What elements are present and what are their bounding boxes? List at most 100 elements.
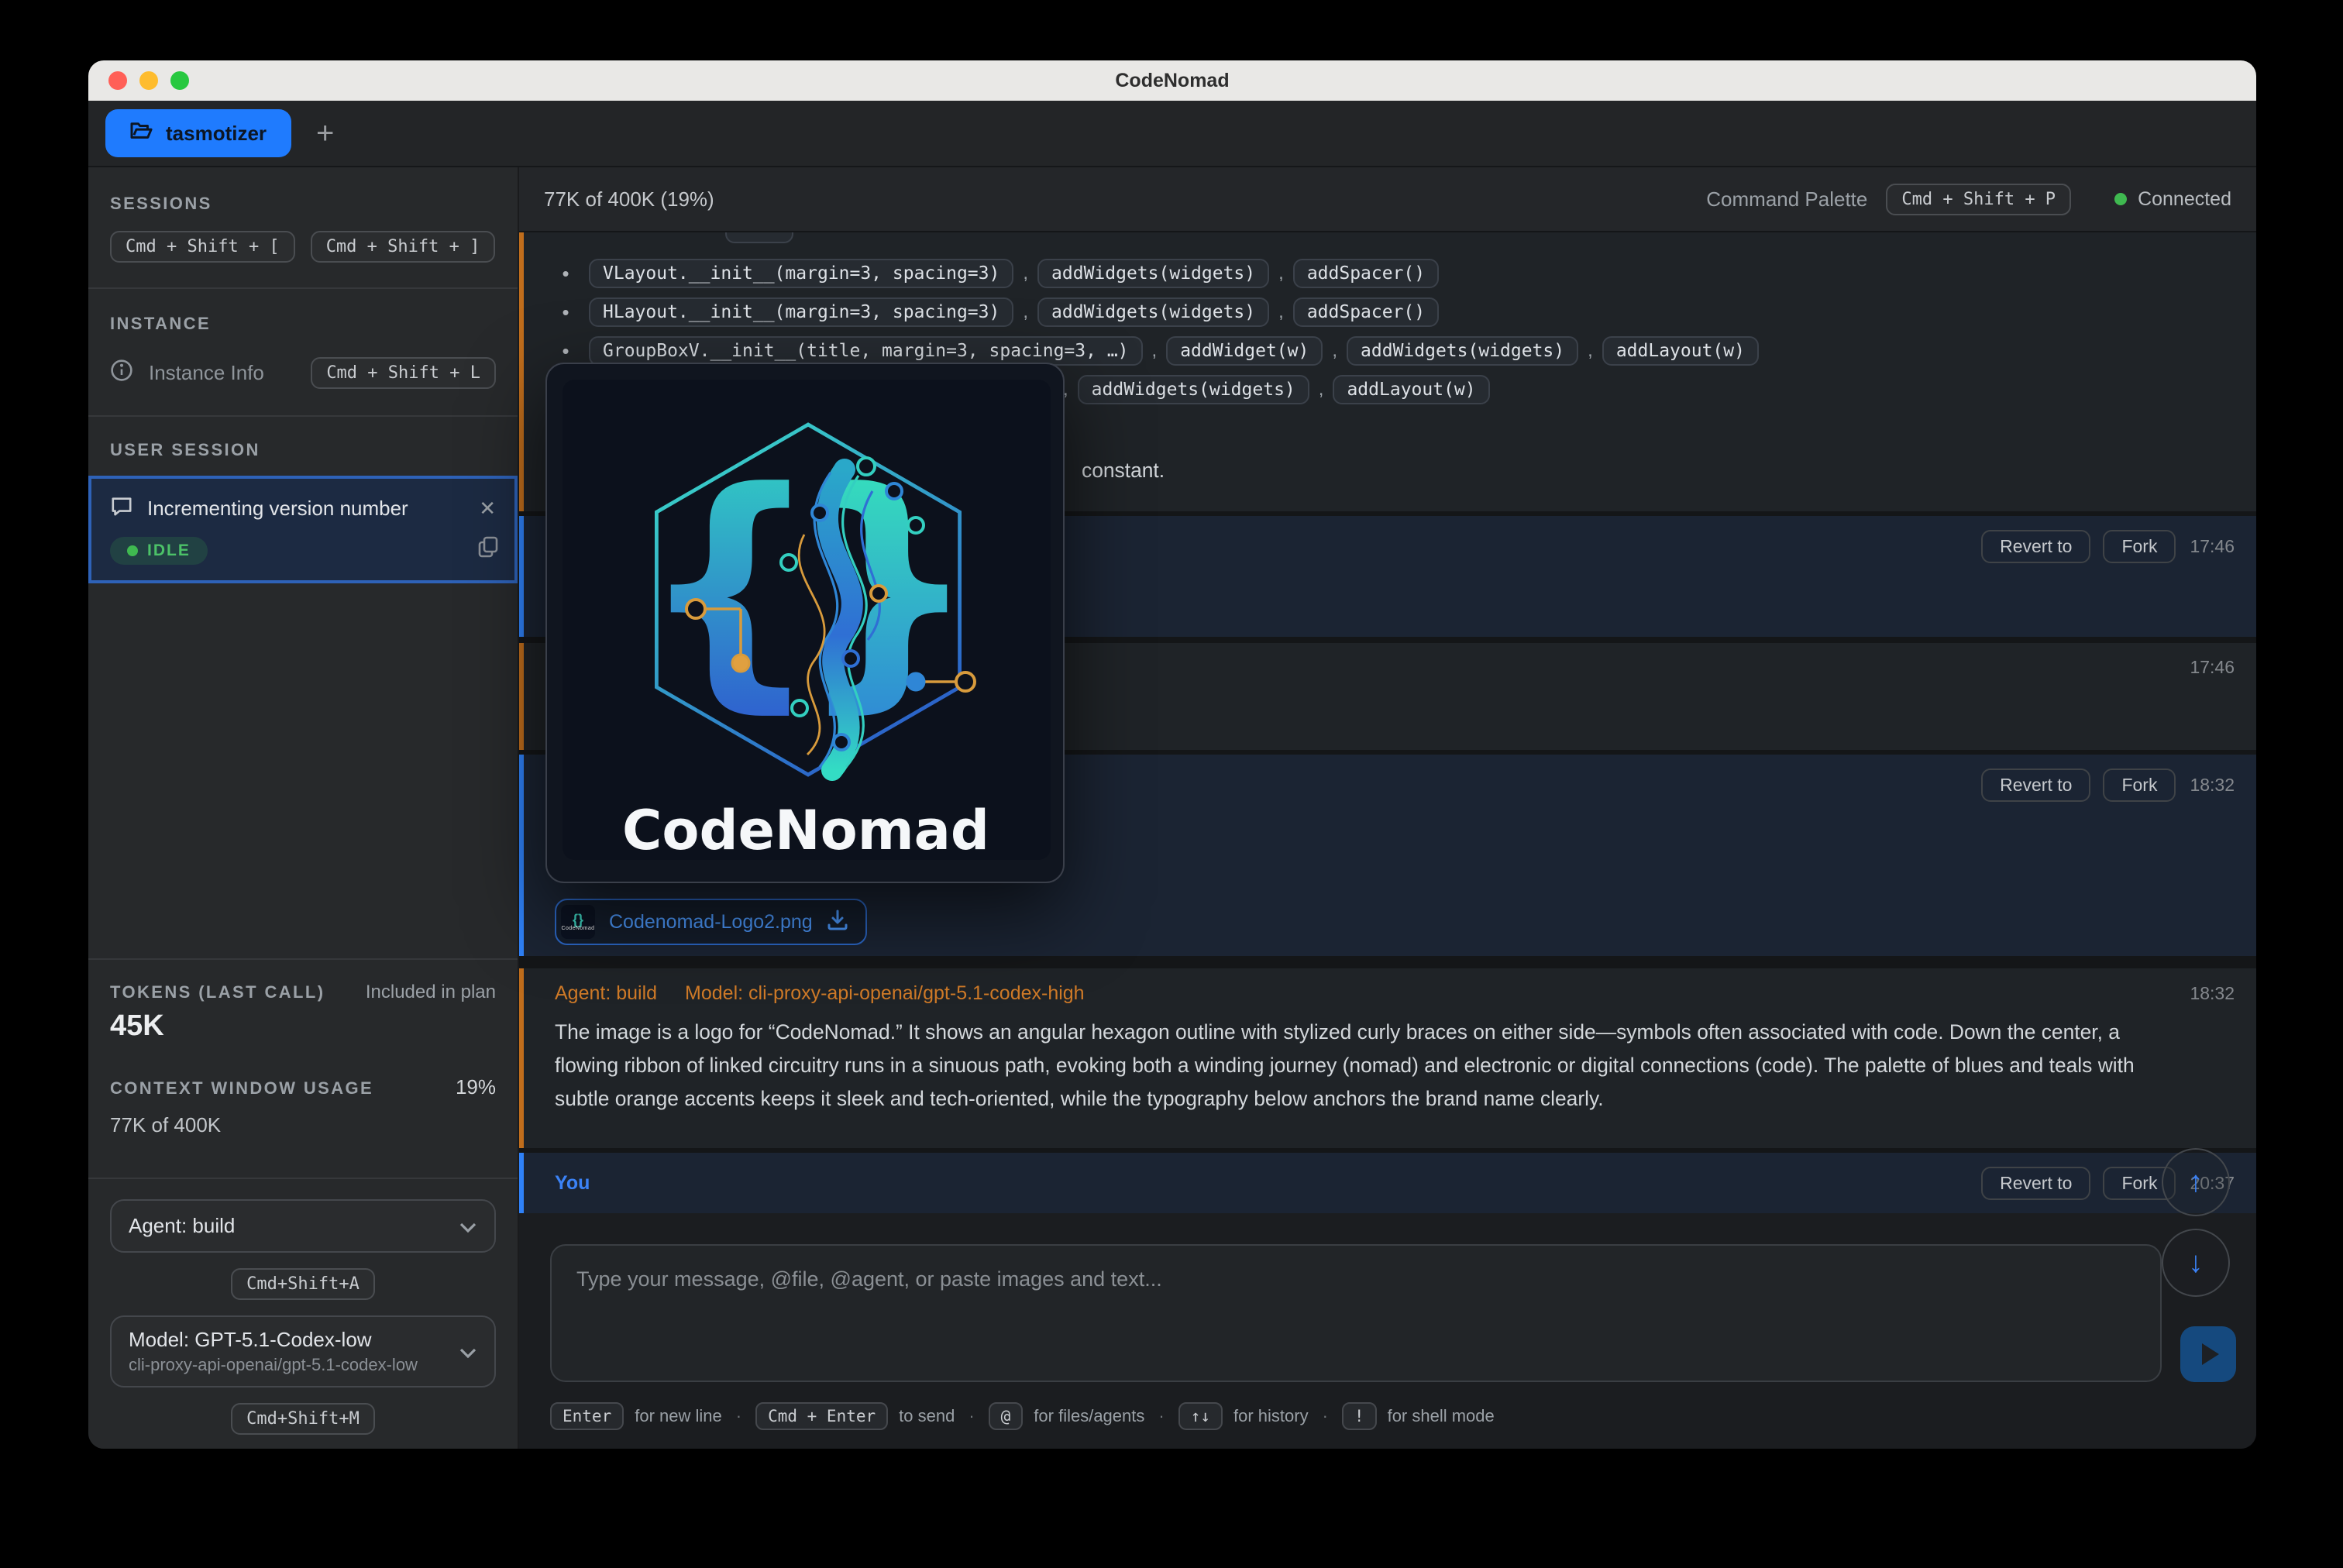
code-chip: addWidgets(widgets) <box>1037 259 1269 288</box>
window-title: CodeNomad <box>88 70 2256 92</box>
scroll-to-top-button[interactable]: ↑ <box>2162 1148 2230 1216</box>
command-palette-label: Command Palette <box>1706 187 1867 211</box>
keyboard-hints: Enterfor new line·Cmd + Enterto send·@fo… <box>550 1402 1495 1430</box>
agent-select[interactable]: Agent: build <box>110 1199 496 1253</box>
instance-info-row[interactable]: Instance Info Cmd + Shift + L <box>110 357 496 389</box>
context-usage: 77K of 400K <box>110 1113 496 1137</box>
scroll-to-bottom-button[interactable]: ↓ <box>2162 1229 2230 1297</box>
revert-to-button[interactable]: Revert to <box>1981 530 2090 563</box>
bullet-row: •VLayout.__init__(margin=3, spacing=3),a… <box>555 254 2256 293</box>
code-chip: addLayout(w) <box>1333 375 1489 404</box>
fork-button[interactable]: Fork <box>2103 769 2176 802</box>
arrow-up-icon: ↑ <box>2189 1166 2204 1199</box>
next-session-shortcut: Cmd + Shift + ] <box>311 231 496 263</box>
logo-image-preview: { } CodeNomad <box>545 363 1065 883</box>
hint-text: for new line <box>635 1406 722 1426</box>
model-select-sublabel: cli-proxy-api-openai/gpt-5.1-codex-low <box>129 1355 459 1375</box>
code-chip: addLayout(w) <box>1602 336 1759 366</box>
chat-header: 77K of 400K (19%) Command Palette Cmd + … <box>519 167 2256 232</box>
hint-kbd: Cmd + Enter <box>755 1402 888 1430</box>
hint-text: for shell mode <box>1388 1406 1495 1426</box>
revert-to-button[interactable]: Revert to <box>1981 1167 2090 1200</box>
hint-text: for history <box>1233 1406 1309 1426</box>
svg-text:{: { <box>639 437 821 734</box>
author-label: You <box>555 1172 1969 1195</box>
sidebar: SESSIONS Cmd + Shift + [ Cmd + Shift + ]… <box>88 167 519 1449</box>
app-window: CodeNomad tasmotizer + SESSIONS Cmd + Sh… <box>88 60 2256 1449</box>
instance-info-shortcut: Cmd + Shift + L <box>311 357 496 389</box>
bullet-row: •HLayout.__init__(margin=3, spacing=3),a… <box>555 293 2256 332</box>
connection-status: Connected <box>2114 188 2231 211</box>
send-button[interactable] <box>2180 1326 2236 1382</box>
code-chip: addSpacer() <box>1293 259 1439 288</box>
code-chip: addWidgets(widgets) <box>1078 375 1309 404</box>
agent-select-label: Agent: build <box>129 1214 459 1238</box>
message-time: 18:32 <box>2190 983 2235 1004</box>
attachment-thumbnail: {} CodeNomad <box>561 905 595 939</box>
tab-tasmotizer[interactable]: tasmotizer <box>105 109 291 157</box>
chevron-down-icon <box>459 1337 477 1366</box>
model-select-label: Model: GPT-5.1-Codex-low <box>129 1328 459 1352</box>
clipped-code-chip <box>725 232 793 243</box>
model-select[interactable]: Model: GPT-5.1-Codex-low cli-proxy-api-o… <box>110 1315 496 1387</box>
session-card[interactable]: Incrementing version number ✕ IDLE <box>88 476 518 583</box>
hint-text: for files/agents <box>1034 1406 1144 1426</box>
message-time: 17:46 <box>2190 657 2235 678</box>
composer: Enterfor new line·Cmd + Enterto send·@fo… <box>519 1213 2256 1449</box>
code-chip: addSpacer() <box>1293 297 1439 327</box>
info-icon <box>110 359 133 388</box>
status-badge: IDLE <box>110 537 208 565</box>
context-percent: 19% <box>456 1075 496 1099</box>
message-time: 18:32 <box>2190 775 2235 796</box>
bullet-dot: • <box>555 301 576 325</box>
fork-button[interactable]: Fork <box>2103 530 2176 563</box>
session-title: Incrementing version number <box>147 497 465 521</box>
code-chip: addWidget(w) <box>1166 336 1323 366</box>
message-input[interactable] <box>550 1244 2162 1382</box>
copy-session-icon[interactable] <box>477 535 499 565</box>
connected-dot <box>2114 193 2127 205</box>
download-icon[interactable] <box>827 908 848 937</box>
user-message-you: You Revert to Fork 20:37 <box>519 1153 2256 1213</box>
code-chip: addWidgets(widgets) <box>1347 336 1578 366</box>
visible-text-fragment: constant. <box>1082 459 1165 483</box>
tab-label: tasmotizer <box>166 122 267 146</box>
play-icon <box>2202 1343 2219 1365</box>
message-time: 17:46 <box>2190 536 2235 557</box>
arrow-down-icon: ↓ <box>2189 1246 2204 1280</box>
hint-kbd: ↑↓ <box>1178 1402 1223 1430</box>
instance-info-label: Instance Info <box>149 361 295 385</box>
context-usage-header: 77K of 400K (19%) <box>544 187 1706 211</box>
tokens-note: Included in plan <box>366 982 496 1003</box>
attachment-chip[interactable]: {} CodeNomad Codenomad-Logo2.png <box>555 899 867 945</box>
chevron-down-icon <box>459 1212 477 1240</box>
hint-text: to send <box>899 1406 955 1426</box>
prev-session-shortcut: Cmd + Shift + [ <box>110 231 295 263</box>
hint-kbd: @ <box>989 1402 1024 1430</box>
tab-bar: tasmotizer + <box>88 101 2256 167</box>
chat-bubble-icon <box>110 494 133 523</box>
codenomad-logo: { } CodeNomad <box>547 364 1065 883</box>
model-shortcut: Cmd+Shift+M <box>231 1403 375 1435</box>
hint-kbd: Enter <box>550 1402 624 1430</box>
agent-label: Agent: build <box>555 982 657 1005</box>
bullet-row: ,addWidgets(widgets),addLayout(w) <box>1054 370 2256 409</box>
revert-to-button[interactable]: Revert to <box>1981 769 2090 802</box>
idle-dot <box>127 545 138 556</box>
code-chip: VLayout.__init__(margin=3, spacing=3) <box>589 259 1013 288</box>
tokens-heading: TOKENS (LAST CALL) <box>110 982 325 1002</box>
folder-open-icon <box>130 121 153 146</box>
hint-kbd: ! <box>1342 1402 1377 1430</box>
code-chip: addWidgets(widgets) <box>1037 297 1269 327</box>
attachment-name: Codenomad-Logo2.png <box>609 911 813 934</box>
close-session-icon[interactable]: ✕ <box>479 497 496 521</box>
context-heading: CONTEXT WINDOW USAGE <box>110 1078 373 1099</box>
sessions-heading: SESSIONS <box>110 194 496 214</box>
instance-heading: INSTANCE <box>110 314 496 334</box>
command-palette-shortcut: Cmd + Shift + P <box>1886 184 2071 215</box>
bullet-dot: • <box>555 339 576 363</box>
bullet-dot: • <box>555 262 576 286</box>
new-tab-button[interactable]: + <box>316 118 334 149</box>
tokens-value: 45K <box>110 1009 496 1043</box>
title-bar: CodeNomad <box>88 60 2256 101</box>
